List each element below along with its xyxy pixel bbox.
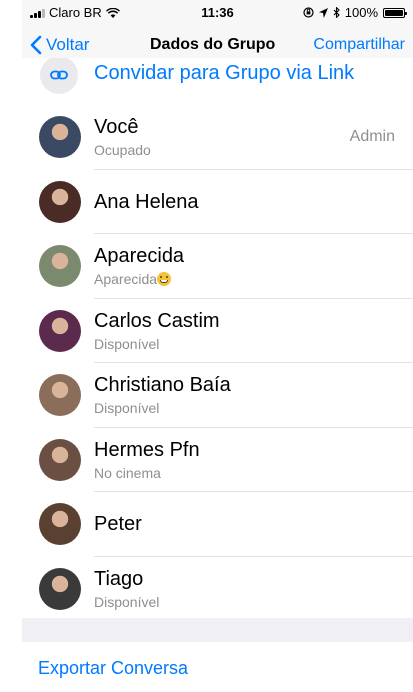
member-status: Aparecida <box>94 271 172 287</box>
member-name: Hermes Pfn <box>94 438 200 461</box>
chevron-left-icon <box>30 35 42 55</box>
status-right: 100% <box>303 5 407 20</box>
member-status-text: Disponível <box>94 593 160 610</box>
avatar <box>39 503 81 545</box>
member-status-text: Disponível <box>94 400 160 416</box>
bluetooth-icon <box>333 7 340 18</box>
orientation-lock-icon <box>303 7 314 18</box>
section-separator <box>22 618 413 642</box>
avatar <box>39 180 81 223</box>
battery-percent: 100% <box>344 5 378 20</box>
member-row[interactable]: Peter <box>22 491 413 556</box>
member-row[interactable]: Você Ocupado Admin <box>22 104 413 169</box>
avatar <box>39 245 81 287</box>
avatar <box>39 116 81 158</box>
avatar <box>39 374 81 416</box>
member-name: Christiano Baía <box>94 374 231 396</box>
member-status-text: No cinema <box>94 464 161 481</box>
member-row[interactable]: Ana Helena <box>22 168 413 233</box>
invite-link-row[interactable]: Convidar para Grupo via Link <box>22 58 413 98</box>
member-row[interactable]: Carlos Castim Disponível <box>22 297 413 362</box>
admin-badge: Admin <box>349 128 395 145</box>
member-status-text: Ocupado <box>94 142 151 158</box>
member-status: Disponível <box>94 594 159 610</box>
battery-icon <box>383 7 407 18</box>
member-row[interactable]: Aparecida Aparecida <box>22 233 413 298</box>
member-status-text: Disponível <box>94 335 160 352</box>
invite-link-label: Convidar para Grupo via Link <box>94 62 355 84</box>
member-list: Você Ocupado Admin Ana Helena Aparecida Apare… <box>22 104 413 620</box>
member-name: Carlos Castim <box>94 309 220 332</box>
member-status-text: Aparecida <box>94 271 158 287</box>
grinning-face-icon <box>157 272 172 286</box>
member-status: Disponível <box>94 336 159 352</box>
member-status: No cinema <box>94 465 161 481</box>
phone-screen: Claro BR 11:36 100% Voltar Dados do Grup… <box>22 0 413 692</box>
avatar <box>39 309 81 352</box>
avatar <box>39 438 81 481</box>
share-button[interactable]: Compartilhar <box>313 36 405 54</box>
export-chat-button[interactable]: Exportar Conversa <box>22 642 413 692</box>
member-status: Disponível <box>94 400 159 416</box>
member-name: Ana Helena <box>94 190 199 213</box>
link-icon <box>40 58 78 94</box>
battery-fill <box>385 9 403 16</box>
back-label: Voltar <box>46 35 90 54</box>
member-name: Tiago <box>94 567 144 590</box>
member-row[interactable]: Christiano Baía Disponível <box>22 362 413 427</box>
location-icon <box>318 7 328 18</box>
member-name: Peter <box>94 513 142 535</box>
member-name: Você <box>94 116 139 138</box>
member-status: Ocupado <box>94 142 151 158</box>
member-name: Aparecida <box>94 245 185 267</box>
member-row[interactable]: Hermes Pfn No cinema <box>22 426 413 491</box>
page-title: Dados do Grupo <box>150 36 276 53</box>
status-bar: Claro BR 11:36 100% <box>22 0 413 24</box>
back-button[interactable]: Voltar <box>30 35 89 55</box>
avatar <box>39 567 81 610</box>
member-row[interactable]: Tiago Disponível <box>22 555 413 620</box>
export-chat-label: Exportar Conversa <box>38 658 189 678</box>
